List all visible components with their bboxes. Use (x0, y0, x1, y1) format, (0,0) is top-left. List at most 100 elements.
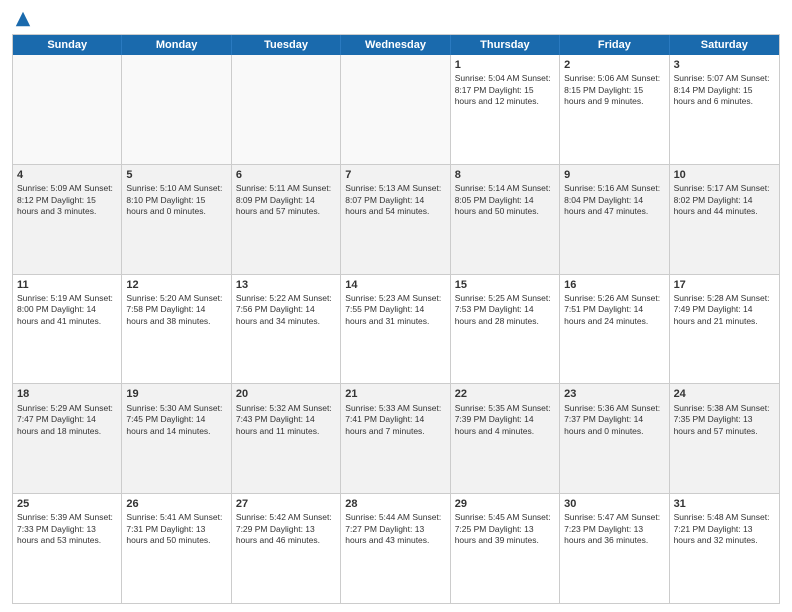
day-number: 8 (455, 168, 555, 182)
calendar-cell: 8Sunrise: 5:14 AM Sunset: 8:05 PM Daylig… (451, 165, 560, 274)
day-number: 31 (674, 497, 775, 511)
cell-info: Sunrise: 5:17 AM Sunset: 8:02 PM Dayligh… (674, 183, 775, 217)
calendar-cell: 17Sunrise: 5:28 AM Sunset: 7:49 PM Dayli… (670, 275, 779, 384)
calendar-cell: 12Sunrise: 5:20 AM Sunset: 7:58 PM Dayli… (122, 275, 231, 384)
day-number: 30 (564, 497, 664, 511)
day-number: 24 (674, 387, 775, 401)
cell-info: Sunrise: 5:13 AM Sunset: 8:07 PM Dayligh… (345, 183, 445, 217)
cell-info: Sunrise: 5:48 AM Sunset: 7:21 PM Dayligh… (674, 512, 775, 546)
cell-info: Sunrise: 5:22 AM Sunset: 7:56 PM Dayligh… (236, 293, 336, 327)
calendar-cell: 6Sunrise: 5:11 AM Sunset: 8:09 PM Daylig… (232, 165, 341, 274)
calendar-cell: 28Sunrise: 5:44 AM Sunset: 7:27 PM Dayli… (341, 494, 450, 603)
cell-info: Sunrise: 5:39 AM Sunset: 7:33 PM Dayligh… (17, 512, 117, 546)
day-number: 3 (674, 58, 775, 72)
calendar-row: 1Sunrise: 5:04 AM Sunset: 8:17 PM Daylig… (13, 55, 779, 165)
cell-info: Sunrise: 5:47 AM Sunset: 7:23 PM Dayligh… (564, 512, 664, 546)
cell-info: Sunrise: 5:36 AM Sunset: 7:37 PM Dayligh… (564, 403, 664, 437)
calendar-cell: 30Sunrise: 5:47 AM Sunset: 7:23 PM Dayli… (560, 494, 669, 603)
cell-info: Sunrise: 5:10 AM Sunset: 8:10 PM Dayligh… (126, 183, 226, 217)
cell-info: Sunrise: 5:41 AM Sunset: 7:31 PM Dayligh… (126, 512, 226, 546)
weekday-header: Friday (560, 35, 669, 55)
calendar-cell: 7Sunrise: 5:13 AM Sunset: 8:07 PM Daylig… (341, 165, 450, 274)
calendar-cell: 21 Sunrise: 5:33 AM Sunset: 7:41 PM Dayli… (341, 384, 450, 493)
day-number: 25 (17, 497, 117, 511)
calendar-cell (341, 55, 450, 164)
calendar-cell: 4Sunrise: 5:09 AM Sunset: 8:12 PM Daylig… (13, 165, 122, 274)
day-number: 10 (674, 168, 775, 182)
day-number: 29 (455, 497, 555, 511)
cell-info: Sunrise: 5:38 AM Sunset: 7:35 PM Dayligh… (674, 403, 775, 437)
cell-info: Sunrise: 5:06 AM Sunset: 8:15 PM Dayligh… (564, 73, 664, 107)
day-number: 12 (126, 278, 226, 292)
weekday-header: Thursday (451, 35, 560, 55)
day-number: 7 (345, 168, 445, 182)
weekday-header: Tuesday (232, 35, 341, 55)
calendar-cell: 11Sunrise: 5:19 AM Sunset: 8:00 PM Dayli… (13, 275, 122, 384)
day-number: 15 (455, 278, 555, 292)
calendar-cell: 26Sunrise: 5:41 AM Sunset: 7:31 PM Dayli… (122, 494, 231, 603)
calendar-cell: 13Sunrise: 5:22 AM Sunset: 7:56 PM Dayli… (232, 275, 341, 384)
calendar-cell: 25Sunrise: 5:39 AM Sunset: 7:33 PM Dayli… (13, 494, 122, 603)
day-number: 27 (236, 497, 336, 511)
day-number: 4 (17, 168, 117, 182)
calendar-cell: 18 Sunrise: 5:29 AM Sunset: 7:47 PM Dayli… (13, 384, 122, 493)
calendar-cell: 29Sunrise: 5:45 AM Sunset: 7:25 PM Dayli… (451, 494, 560, 603)
calendar-cell: 2Sunrise: 5:06 AM Sunset: 8:15 PM Daylig… (560, 55, 669, 164)
calendar-cell: 5Sunrise: 5:10 AM Sunset: 8:10 PM Daylig… (122, 165, 231, 274)
cell-info: Sunrise: 5:19 AM Sunset: 8:00 PM Dayligh… (17, 293, 117, 327)
weekday-header: Sunday (13, 35, 122, 55)
day-number: 28 (345, 497, 445, 511)
day-number: 9 (564, 168, 664, 182)
calendar-cell: 14Sunrise: 5:23 AM Sunset: 7:55 PM Dayli… (341, 275, 450, 384)
day-number: 26 (126, 497, 226, 511)
page-container: SundayMondayTuesdayWednesdayThursdayFrid… (0, 0, 792, 612)
cell-info: Sunrise: 5:14 AM Sunset: 8:05 PM Dayligh… (455, 183, 555, 217)
cell-info: Sunrise: 5:35 AM Sunset: 7:39 PM Dayligh… (455, 403, 555, 437)
cell-info: Sunrise: 5:26 AM Sunset: 7:51 PM Dayligh… (564, 293, 664, 327)
cell-info: Sunrise: 5:42 AM Sunset: 7:29 PM Dayligh… (236, 512, 336, 546)
day-number: 2 (564, 58, 664, 72)
calendar-cell: 3Sunrise: 5:07 AM Sunset: 8:14 PM Daylig… (670, 55, 779, 164)
day-number: 17 (674, 278, 775, 292)
cell-info: Sunrise: 5:29 AM Sunset: 7:47 PM Dayligh… (17, 403, 117, 437)
weekday-header: Monday (122, 35, 231, 55)
calendar-cell: 10Sunrise: 5:17 AM Sunset: 8:02 PM Dayli… (670, 165, 779, 274)
day-number: 20 (236, 387, 336, 401)
cell-info: Sunrise: 5:23 AM Sunset: 7:55 PM Dayligh… (345, 293, 445, 327)
cell-info: Sunrise: 5:11 AM Sunset: 8:09 PM Dayligh… (236, 183, 336, 217)
day-number: 18 (17, 387, 117, 401)
cell-info: Sunrise: 5:25 AM Sunset: 7:53 PM Dayligh… (455, 293, 555, 327)
calendar-body: 1Sunrise: 5:04 AM Sunset: 8:17 PM Daylig… (13, 55, 779, 603)
calendar-cell: 24 Sunrise: 5:38 AM Sunset: 7:35 PM Dayli… (670, 384, 779, 493)
day-number: 6 (236, 168, 336, 182)
day-number: 21 (345, 387, 445, 401)
calendar-cell: 16Sunrise: 5:26 AM Sunset: 7:51 PM Dayli… (560, 275, 669, 384)
calendar-row: 4Sunrise: 5:09 AM Sunset: 8:12 PM Daylig… (13, 165, 779, 275)
calendar-cell: 19Sunrise: 5:30 AM Sunset: 7:45 PM Dayli… (122, 384, 231, 493)
day-number: 22 (455, 387, 555, 401)
cell-info: Sunrise: 5:07 AM Sunset: 8:14 PM Dayligh… (674, 73, 775, 107)
cell-info: Sunrise: 5:28 AM Sunset: 7:49 PM Dayligh… (674, 293, 775, 327)
cell-info: Sunrise: 5:20 AM Sunset: 7:58 PM Dayligh… (126, 293, 226, 327)
calendar-row: 25Sunrise: 5:39 AM Sunset: 7:33 PM Dayli… (13, 494, 779, 603)
cell-info: Sunrise: 5:16 AM Sunset: 8:04 PM Dayligh… (564, 183, 664, 217)
logo (12, 10, 32, 28)
calendar-cell: 9Sunrise: 5:16 AM Sunset: 8:04 PM Daylig… (560, 165, 669, 274)
calendar-row: 18 Sunrise: 5:29 AM Sunset: 7:47 PM Dayli… (13, 384, 779, 494)
day-number: 23 (564, 387, 664, 401)
calendar-cell: 27Sunrise: 5:42 AM Sunset: 7:29 PM Dayli… (232, 494, 341, 603)
calendar-cell: 22 Sunrise: 5:35 AM Sunset: 7:39 PM Dayli… (451, 384, 560, 493)
calendar-cell (122, 55, 231, 164)
header (12, 10, 780, 28)
calendar-cell: 20Sunrise: 5:32 AM Sunset: 7:43 PM Dayli… (232, 384, 341, 493)
cell-info: Sunrise: 5:33 AM Sunset: 7:41 PM Dayligh… (345, 403, 445, 437)
calendar: SundayMondayTuesdayWednesdayThursdayFrid… (12, 34, 780, 604)
day-number: 14 (345, 278, 445, 292)
day-number: 19 (126, 387, 226, 401)
day-number: 13 (236, 278, 336, 292)
day-number: 11 (17, 278, 117, 292)
day-number: 1 (455, 58, 555, 72)
calendar-header: SundayMondayTuesdayWednesdayThursdayFrid… (13, 35, 779, 55)
day-number: 5 (126, 168, 226, 182)
cell-info: Sunrise: 5:44 AM Sunset: 7:27 PM Dayligh… (345, 512, 445, 546)
